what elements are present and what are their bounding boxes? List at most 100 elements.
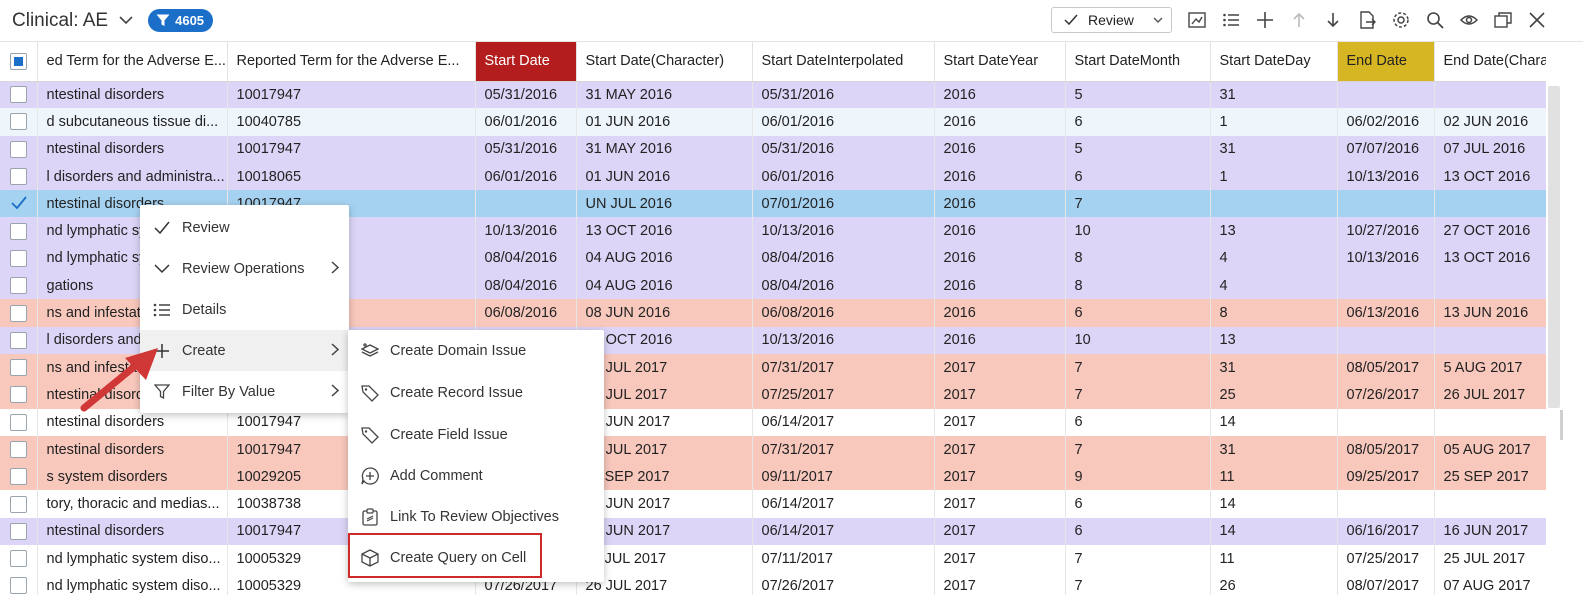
table-cell[interactable]: 05/31/2016 — [475, 81, 577, 109]
table-cell[interactable]: ntestinal disorders — [37, 135, 228, 163]
row-checkbox[interactable] — [9, 468, 27, 486]
row-select-cell[interactable] — [0, 81, 38, 109]
table-cell[interactable]: 25 — [1210, 381, 1338, 409]
row-select-cell[interactable] — [0, 162, 38, 191]
table-cell[interactable]: 10040785 — [227, 108, 476, 136]
table-row[interactable]: d subcutaneous tissue di... 10040785 06/01… — [0, 108, 1546, 136]
row-checkbox[interactable] — [10, 195, 27, 212]
column-header[interactable]: End Date(Chara — [1434, 42, 1546, 82]
table-cell[interactable]: 07/11/2017 — [752, 545, 935, 573]
column-header[interactable]: Start DateInterpolated — [752, 42, 935, 82]
table-cell[interactable]: 6 — [1065, 517, 1211, 546]
table-cell[interactable] — [1434, 490, 1546, 518]
close-icon[interactable] — [1528, 11, 1546, 29]
row-select-cell[interactable] — [0, 190, 38, 218]
row-checkbox[interactable] — [9, 304, 27, 322]
table-cell[interactable]: 13 — [1210, 326, 1338, 354]
table-cell[interactable]: 07/25/2017 — [1337, 545, 1435, 573]
table-cell[interactable] — [1434, 408, 1546, 436]
row-select-cell[interactable] — [0, 517, 38, 546]
table-cell[interactable]: 25 JUL 2017 — [1434, 545, 1546, 573]
table-cell[interactable]: 10/27/2016 — [1337, 217, 1435, 245]
table-cell[interactable]: 13 OCT 2016 — [1434, 244, 1546, 273]
window-icon[interactable] — [1494, 11, 1512, 29]
table-cell[interactable] — [1337, 81, 1435, 109]
table-cell[interactable]: 6 — [1065, 408, 1211, 436]
column-header-start-date[interactable]: Start Date — [475, 42, 577, 82]
table-cell[interactable]: 8 — [1065, 272, 1211, 300]
table-cell[interactable]: 10017947 — [227, 81, 476, 109]
table-cell[interactable] — [1337, 490, 1435, 518]
table-cell[interactable]: l disorders and administra... — [37, 162, 228, 191]
table-cell[interactable]: 10 — [1065, 326, 1211, 354]
row-checkbox[interactable] — [9, 522, 27, 540]
table-cell[interactable]: 08/04/2016 — [475, 244, 577, 273]
table-cell[interactable]: 08 JUN 2016 — [576, 299, 753, 327]
table-cell[interactable]: 9 — [1065, 463, 1211, 491]
table-cell[interactable]: 5 AUG 2017 — [1434, 353, 1546, 382]
table-cell[interactable]: 8 — [1210, 299, 1338, 327]
submenu-item-create-field-issue[interactable]: Create Field Issue — [348, 414, 604, 455]
table-cell[interactable]: 7 — [1065, 572, 1211, 595]
row-checkbox[interactable] — [9, 249, 27, 267]
table-cell[interactable]: 13 — [1210, 217, 1338, 245]
table-cell[interactable]: 06/13/2016 — [1337, 299, 1435, 327]
table-cell[interactable]: 31 — [1210, 435, 1338, 464]
table-cell[interactable]: 05/31/2016 — [475, 135, 577, 163]
table-cell[interactable]: s system disorders — [37, 463, 228, 491]
table-cell[interactable]: 08/04/2016 — [752, 244, 935, 273]
table-cell[interactable] — [1337, 408, 1435, 436]
table-cell[interactable]: 07/07/2016 — [1337, 135, 1435, 163]
table-cell[interactable]: 10/13/2016 — [1337, 244, 1435, 273]
menu-item-create[interactable]: Create — [140, 330, 349, 371]
row-checkbox[interactable] — [9, 140, 27, 158]
table-cell[interactable]: 6 — [1065, 299, 1211, 327]
table-cell[interactable]: 06/02/2016 — [1337, 108, 1435, 136]
table-cell[interactable]: 10/13/2016 — [752, 326, 935, 354]
table-cell[interactable]: 2016 — [934, 217, 1066, 245]
row-select-cell[interactable] — [0, 217, 38, 245]
table-row[interactable]: s system disorders1002920509/11/201711 S… — [0, 463, 1546, 491]
table-cell[interactable]: 8 — [1065, 244, 1211, 273]
table-cell[interactable]: 2017 — [934, 353, 1066, 382]
table-cell[interactable]: 10 — [1065, 217, 1211, 245]
table-cell[interactable]: 2017 — [934, 572, 1066, 595]
table-cell[interactable]: 07/26/2017 — [752, 572, 935, 595]
table-cell[interactable]: 2016 — [934, 162, 1066, 191]
table-cell[interactable]: 2017 — [934, 435, 1066, 464]
settings-icon[interactable] — [1392, 11, 1410, 29]
table-cell[interactable]: 31 — [1210, 353, 1338, 382]
table-cell[interactable]: 08/04/2016 — [752, 272, 935, 300]
table-row[interactable]: l disorders and administra... 10018065 06/… — [0, 162, 1546, 191]
table-cell[interactable]: 4 — [1210, 244, 1338, 273]
table-cell[interactable]: UN JUL 2016 — [576, 190, 753, 218]
select-all-cell[interactable] — [0, 42, 38, 82]
table-cell[interactable]: nd lymphatic system diso... — [37, 572, 228, 595]
row-checkbox[interactable] — [9, 577, 27, 595]
row-checkbox[interactable] — [9, 386, 27, 404]
submenu-item-create-record-issue[interactable]: Create Record Issue — [348, 372, 604, 413]
submenu-item-create-domain-issue[interactable]: Create Domain Issue — [348, 330, 604, 371]
table-cell[interactable] — [475, 190, 577, 218]
search-icon[interactable] — [1426, 11, 1444, 29]
column-header[interactable]: ed Term for the Adverse E... — [37, 42, 228, 82]
table-cell[interactable]: 09/25/2017 — [1337, 463, 1435, 491]
table-cell[interactable] — [1434, 272, 1546, 300]
table-cell[interactable]: 11 — [1210, 463, 1338, 491]
table-cell[interactable]: 26 JUL 2017 — [1434, 381, 1546, 409]
table-cell[interactable]: 2016 — [934, 272, 1066, 300]
row-select-cell[interactable] — [0, 490, 38, 518]
row-select-cell[interactable] — [0, 435, 38, 464]
table-cell[interactable]: ntestinal disorders — [37, 81, 228, 109]
row-checkbox[interactable] — [9, 413, 27, 431]
table-cell[interactable]: ntestinal disorders — [37, 517, 228, 546]
table-cell[interactable]: 10/13/2016 — [475, 217, 577, 245]
table-cell[interactable]: 05 AUG 2017 — [1434, 435, 1546, 464]
menu-item-filter-by-value[interactable]: Filter By Value — [140, 371, 349, 412]
export-icon[interactable] — [1358, 11, 1376, 29]
table-cell[interactable]: 13 OCT 2016 — [1434, 162, 1546, 191]
column-header[interactable]: Start DateDay — [1210, 42, 1338, 82]
table-cell[interactable]: 06/16/2017 — [1337, 517, 1435, 546]
table-row[interactable]: nd lymphatic system diso...1000532907/11… — [0, 545, 1546, 573]
row-checkbox[interactable] — [9, 113, 27, 131]
